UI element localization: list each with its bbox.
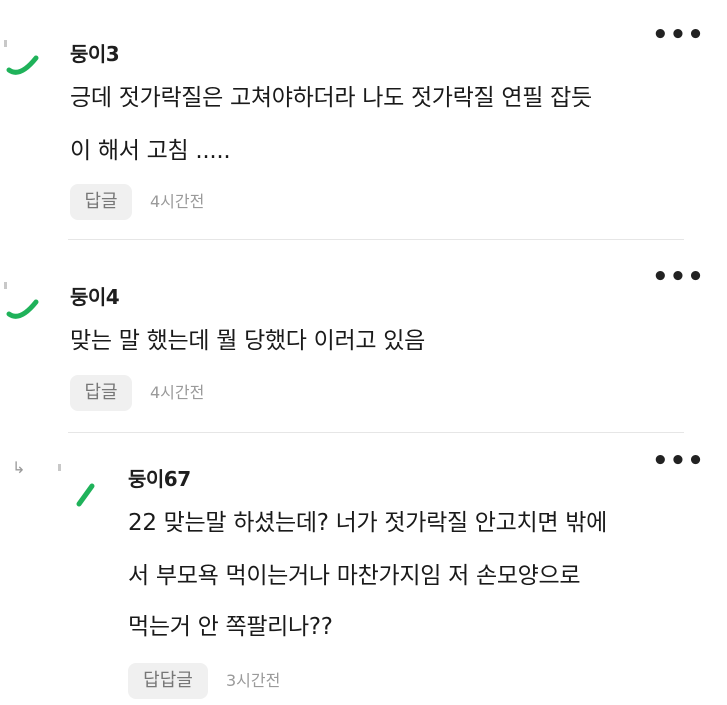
more-options-icon[interactable]: ••• bbox=[652, 22, 705, 48]
comment-text-line: 22 맞는말 하셨는데? 너가 젓가락질 안고치면 밖에 bbox=[128, 510, 607, 536]
comment-timestamp: 4시간전 bbox=[150, 192, 205, 211]
comment-text-line: 먹는거 안 쪽팔리나?? bbox=[128, 614, 333, 640]
reply-arrow-icon: ↳ bbox=[12, 458, 26, 477]
comment-text-line: 맞는 말 했는데 뭘 당했다 이러고 있음 bbox=[70, 328, 425, 354]
comment-author[interactable]: 둥이3 bbox=[70, 38, 120, 67]
more-options-icon[interactable]: ••• bbox=[652, 448, 705, 474]
reply-button[interactable]: 답답글 bbox=[128, 663, 208, 699]
comment-timestamp: 4시간전 bbox=[150, 383, 205, 402]
avatar-stub bbox=[58, 464, 61, 471]
divider bbox=[68, 239, 684, 240]
comment-text-line: 이 해서 고침 ..... bbox=[70, 138, 231, 164]
avatar-icon bbox=[6, 55, 39, 75]
avatar-icon bbox=[6, 299, 39, 319]
divider bbox=[68, 432, 684, 433]
avatar-stub bbox=[4, 40, 7, 47]
reply-button[interactable]: 답글 bbox=[70, 375, 132, 411]
avatar-stub bbox=[4, 282, 7, 289]
comment-author[interactable]: 둥이67 bbox=[128, 463, 191, 492]
comment-timestamp: 3시간전 bbox=[226, 671, 281, 690]
avatar-icon bbox=[76, 483, 95, 507]
reply-button[interactable]: 답글 bbox=[70, 184, 132, 220]
comment-text-line: 긍데 젓가락질은 고쳐야하더라 나도 젓가락질 연필 잡듯 bbox=[70, 85, 592, 111]
comment-author[interactable]: 둥이4 bbox=[70, 281, 120, 310]
comment-text-line: 서 부모욕 먹이는거나 마찬가지임 저 손모양으로 bbox=[128, 563, 581, 589]
more-options-icon[interactable]: ••• bbox=[652, 264, 705, 290]
